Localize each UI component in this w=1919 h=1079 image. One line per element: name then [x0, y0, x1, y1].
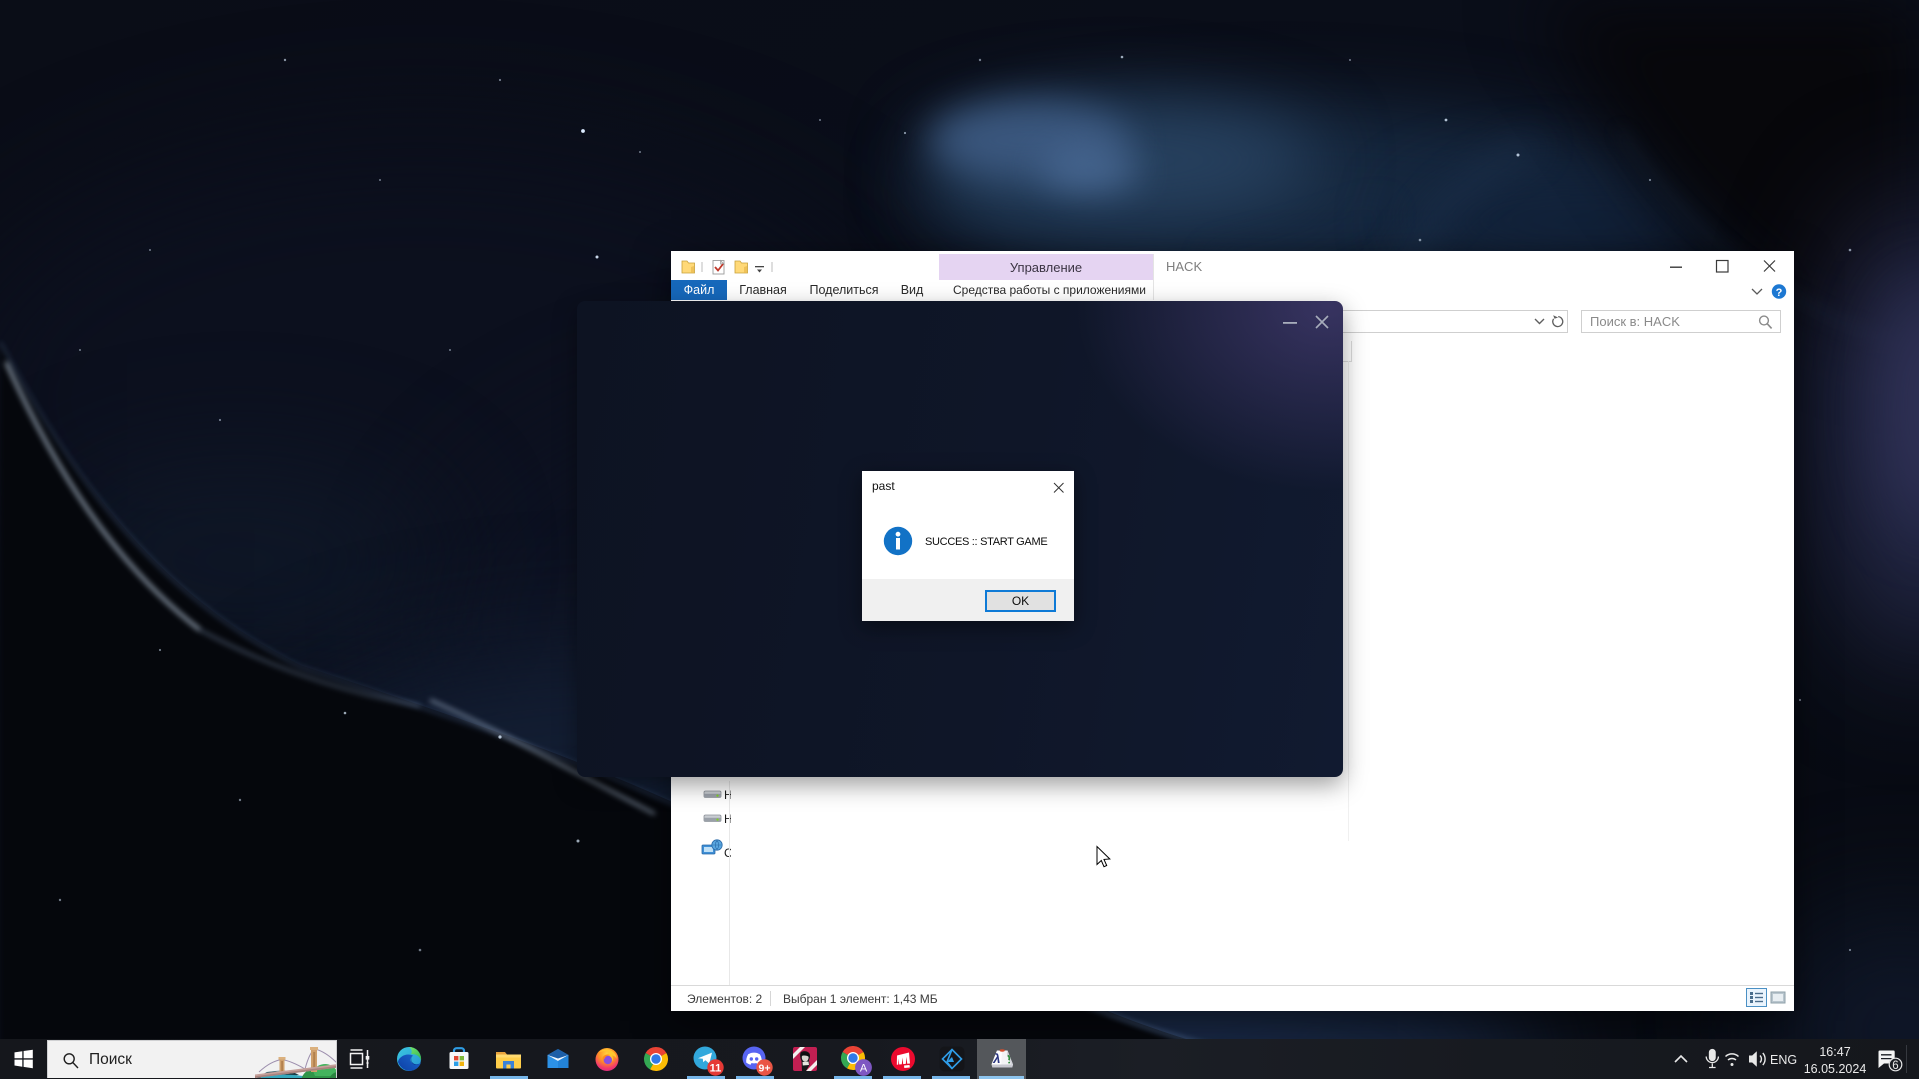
svg-text:16.05.2024: 16.05.2024 [1804, 1062, 1867, 1076]
svg-text:ENG: ENG [1770, 1053, 1797, 1067]
svg-text:11: 11 [710, 1063, 722, 1075]
svg-text:9+: 9+ [759, 1062, 771, 1074]
svg-text:16:47: 16:47 [1819, 1045, 1850, 1059]
svg-text:6: 6 [1892, 1060, 1898, 1072]
svg-text:?: ? [1776, 287, 1783, 299]
svg-text:λ: λ [992, 1051, 1000, 1066]
svg-text:A: A [860, 1063, 868, 1075]
